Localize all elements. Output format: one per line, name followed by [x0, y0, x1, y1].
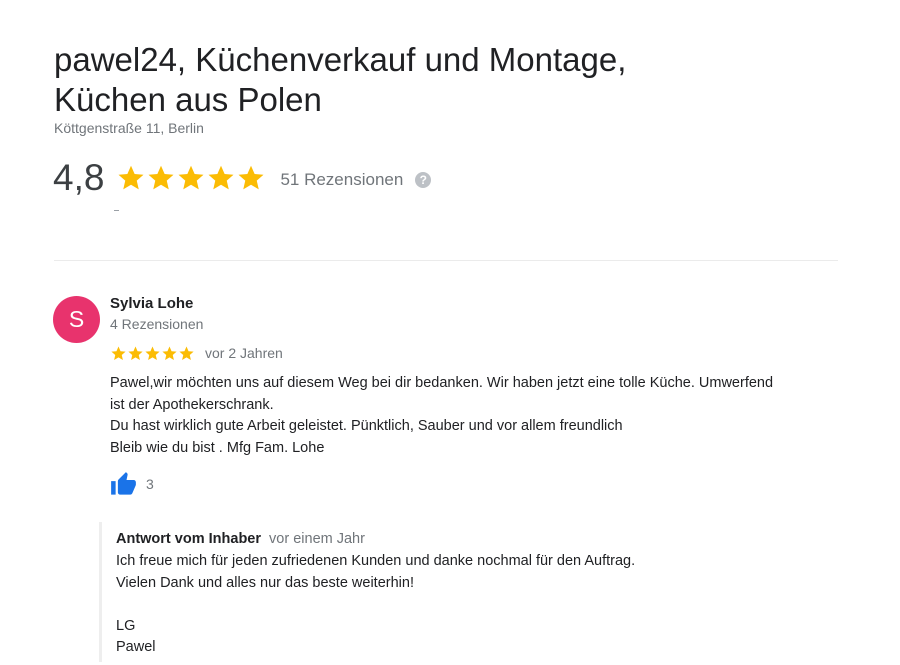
owner-reply-line: LG [116, 617, 136, 634]
rating-value: 4,8 [53, 157, 105, 198]
owner-reply-date: vor einem Jahr [269, 531, 365, 547]
star-icon [162, 346, 177, 360]
star-icon [178, 165, 204, 190]
owner-reply-blank-line [116, 594, 635, 616]
rating-stars [116, 163, 266, 193]
business-address: Köttgenstraße 11, Berlin [54, 120, 204, 136]
question-mark-circle-icon[interactable]: ? [415, 172, 432, 188]
review-date: vor 2 Jahren [205, 345, 283, 361]
owner-reply-line: Vielen Dank und alles nur das beste weit… [116, 574, 414, 591]
business-title-line1: pawel24, Küchenverkauf und Montage, [54, 41, 627, 78]
review-text-line: Du hast wirklich gute Arbeit geleistet. … [110, 418, 623, 434]
business-title-line2: Küchen aus Polen [54, 81, 322, 118]
review-stars [110, 345, 195, 362]
reviewer-name[interactable]: Sylvia Lohe [110, 295, 193, 312]
owner-reply-line: Ich freue mich für jeden zufriedenen Kun… [116, 553, 636, 569]
review-text-line: Pawel,wir möchten uns auf diesem Weg bei… [110, 375, 774, 391]
review-text: Pawel,wir möchten uns auf diesem Weg bei… [110, 373, 840, 459]
reviewer-review-count: 4 Rezensionen [110, 316, 204, 332]
thumbs-up-icon[interactable] [110, 471, 137, 498]
rating-summary: 4,8 51 Rezensionen ? [53, 155, 432, 201]
star-icon [111, 346, 126, 360]
owner-reply-text: Ich freue mich für jeden zufriedenen Kun… [116, 551, 635, 659]
owner-reply: Antwort vom Inhaber vor einem Jahr Ich f… [99, 522, 822, 662]
owner-reply-header: Antwort vom Inhaber vor einem Jahr [116, 531, 365, 547]
star-icon [118, 165, 144, 190]
divider-dash [114, 210, 119, 211]
owner-reply-label: Antwort vom Inhaber [116, 531, 262, 547]
star-icon [145, 346, 160, 360]
star-icon [179, 346, 194, 360]
like-count: 3 [146, 476, 154, 492]
review-text-line: Bleib wie du bist . Mfg Fam. Lohe [110, 439, 325, 456]
star-icon [208, 165, 234, 190]
avatar[interactable]: S [53, 296, 100, 343]
like-control: 3 [110, 470, 154, 498]
review-rating: vor 2 Jahren [110, 344, 283, 362]
star-icon [128, 346, 143, 360]
owner-reply-line: Pawel [116, 639, 156, 655]
review-count-link[interactable]: 51 Rezensionen [280, 170, 403, 190]
star-icon [238, 165, 264, 190]
star-icon [148, 165, 174, 190]
review-text-line: ist der Apothekerschrank. [110, 396, 274, 413]
business-title: pawel24, Küchenverkauf und Montage, Küch… [54, 40, 814, 120]
section-divider [54, 260, 838, 261]
